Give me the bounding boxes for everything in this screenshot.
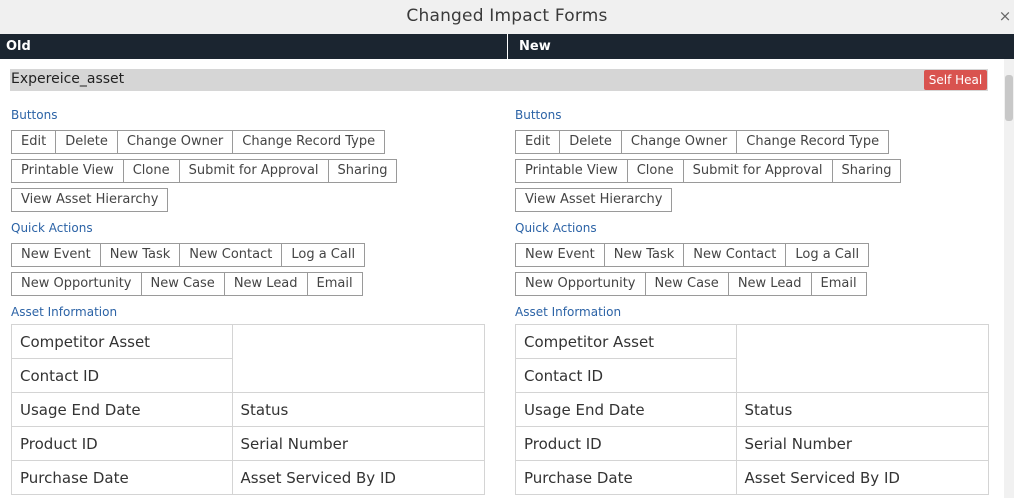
button-row: Edit Delete Change Owner Change Record T… [515,130,890,154]
email-button[interactable]: Email [810,272,867,296]
vertical-scrollbar[interactable] [1004,59,1014,498]
table-row: Product ID Serial Number [515,426,990,461]
button-row: View Asset Hierarchy [515,188,673,212]
table-row: Usage End Date Status [515,392,990,427]
new-contact-button[interactable]: New Contact [683,243,787,267]
field-cell: Contact ID [515,358,737,393]
field-cell: Asset Serviced By ID [735,460,990,495]
field-cell: Serial Number [735,426,990,461]
field-cell: Competitor Asset [11,324,233,359]
field-cell: Status [735,392,990,427]
clone-button[interactable]: Clone [626,159,684,183]
view-asset-hierarchy-button[interactable]: View Asset Hierarchy [515,188,673,212]
field-cell: Competitor Asset [515,324,737,359]
new-opportunity-button[interactable]: New Opportunity [515,272,646,296]
new-event-button[interactable]: New Event [515,243,605,267]
field-cell: Usage End Date [515,392,737,427]
table-row: Usage End Date Status [11,392,486,427]
table-row: Purchase Date Asset Serviced By ID [515,460,990,495]
change-owner-button[interactable]: Change Owner [116,130,234,154]
asset-information-table: Competitor Asset Contact ID Usage End Da… [515,324,990,495]
email-button[interactable]: Email [306,272,363,296]
log-a-call-button[interactable]: Log a Call [785,243,870,267]
sharing-button[interactable]: Sharing [327,159,398,183]
field-cell: Purchase Date [11,460,233,495]
delete-button[interactable]: Delete [559,130,622,154]
delete-button[interactable]: Delete [55,130,118,154]
field-cell: Asset Serviced By ID [231,460,486,495]
field-cell: Product ID [515,426,737,461]
button-row: Edit Delete Change Owner Change Record T… [11,130,386,154]
asset-information-heading: Asset Information [11,305,118,319]
change-record-type-button[interactable]: Change Record Type [232,130,386,154]
new-opportunity-button[interactable]: New Opportunity [11,272,142,296]
new-case-button[interactable]: New Case [644,272,729,296]
new-case-button[interactable]: New Case [140,272,225,296]
field-cell: Purchase Date [515,460,737,495]
sharing-button[interactable]: Sharing [831,159,902,183]
scrollbar-thumb[interactable] [1005,75,1013,121]
new-lead-button[interactable]: New Lead [727,272,812,296]
edit-button[interactable]: Edit [515,130,561,154]
empty-cell [231,324,486,393]
printable-view-button[interactable]: Printable View [11,159,124,183]
change-record-type-button[interactable]: Change Record Type [736,130,890,154]
button-row: Printable View Clone Submit for Approval… [515,159,902,183]
buttons-heading: Buttons [515,108,562,122]
view-asset-hierarchy-button[interactable]: View Asset Hierarchy [11,188,169,212]
field-cell: Usage End Date [11,392,233,427]
printable-view-button[interactable]: Printable View [515,159,628,183]
field-cell: Contact ID [11,358,233,393]
new-task-button[interactable]: New Task [603,243,685,267]
table-row: Competitor Asset [11,324,486,393]
close-icon[interactable]: × [998,6,1012,26]
table-row: Product ID Serial Number [11,426,486,461]
asset-information-heading: Asset Information [515,305,622,319]
old-panel: Buttons Edit Delete Change Owner Change … [11,0,491,498]
submit-for-approval-button[interactable]: Submit for Approval [178,159,329,183]
clone-button[interactable]: Clone [122,159,180,183]
quick-action-row: New Event New Task New Contact Log a Cal… [515,243,870,267]
submit-for-approval-button[interactable]: Submit for Approval [682,159,833,183]
field-cell: Status [231,392,486,427]
new-contact-button[interactable]: New Contact [179,243,283,267]
new-event-button[interactable]: New Event [11,243,101,267]
button-row: Printable View Clone Submit for Approval… [11,159,398,183]
log-a-call-button[interactable]: Log a Call [281,243,366,267]
quick-action-row: New Opportunity New Case New Lead Email [11,272,363,296]
new-panel: Buttons Edit Delete Change Owner Change … [515,0,995,498]
change-owner-button[interactable]: Change Owner [620,130,738,154]
field-cell: Serial Number [231,426,486,461]
quick-action-row: New Event New Task New Contact Log a Cal… [11,243,366,267]
empty-cell [735,324,990,393]
quick-actions-heading: Quick Actions [515,221,597,235]
table-row: Purchase Date Asset Serviced By ID [11,460,486,495]
quick-action-row: New Opportunity New Case New Lead Email [515,272,867,296]
new-lead-button[interactable]: New Lead [223,272,308,296]
new-task-button[interactable]: New Task [99,243,181,267]
field-cell: Product ID [11,426,233,461]
quick-actions-heading: Quick Actions [11,221,93,235]
buttons-heading: Buttons [11,108,58,122]
button-row: View Asset Hierarchy [11,188,169,212]
table-row: Competitor Asset [515,324,990,393]
asset-information-table: Competitor Asset Contact ID Usage End Da… [11,324,486,495]
edit-button[interactable]: Edit [11,130,57,154]
